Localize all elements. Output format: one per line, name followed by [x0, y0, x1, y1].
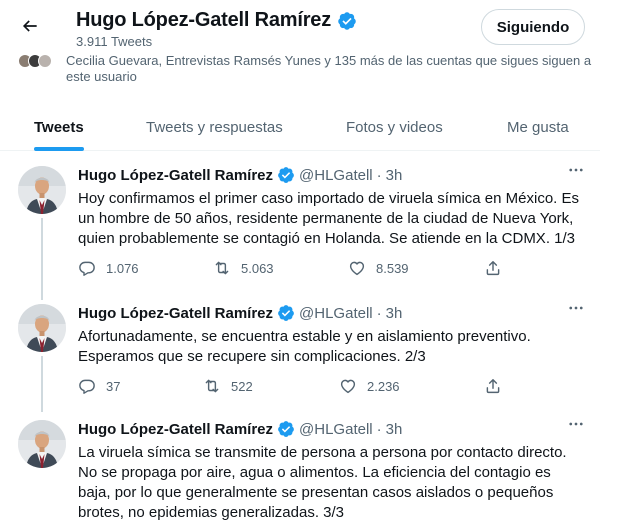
tweet-time[interactable]: 3h: [386, 305, 403, 322]
tweet-time[interactable]: 3h: [386, 167, 403, 184]
tweet-text: Afortunadamente, se encuentra estable y …: [78, 328, 531, 365]
reply-button[interactable]: 1.076: [78, 259, 139, 277]
profile-header: Hugo López-Gatell Ramírez 3.911 Tweets S…: [0, 0, 600, 100]
tweet-actions: 1.076 5.063 8.539: [78, 259, 508, 279]
thread-line: [41, 356, 43, 412]
tweet[interactable]: Hugo López-Gatell Ramírez @HLGatell · 3h…: [0, 166, 600, 300]
arrow-left-icon: [20, 16, 40, 41]
tweet-handle[interactable]: @HLGatell: [299, 167, 373, 184]
profile-tabs: Tweets Tweets y respuestas Fotos y video…: [0, 104, 600, 151]
tweet-author[interactable]: Hugo López-Gatell Ramírez: [78, 305, 273, 322]
follower-avatars: [18, 53, 62, 69]
avatar: [38, 54, 52, 68]
retweet-button[interactable]: 522: [203, 377, 253, 395]
reply-icon: [78, 259, 96, 277]
active-tab-indicator: [34, 147, 84, 151]
tweet-more-button[interactable]: [566, 300, 586, 320]
tab-tweets-and-replies[interactable]: Tweets y respuestas: [146, 104, 283, 150]
tweet[interactable]: Hugo López-Gatell Ramírez @HLGatell · 3h…: [0, 420, 600, 532]
back-button[interactable]: [14, 12, 46, 44]
share-icon: [484, 259, 502, 277]
tweet-handle[interactable]: @HLGatell: [299, 305, 373, 322]
reply-count: 1.076: [106, 260, 139, 276]
avatar[interactable]: [18, 166, 66, 214]
separator-dot: ·: [376, 166, 382, 184]
like-button[interactable]: 2.236: [339, 377, 400, 395]
tweet-more-button[interactable]: [566, 416, 586, 436]
profile-name: Hugo López-Gatell Ramírez: [76, 9, 332, 31]
retweet-icon: [203, 377, 221, 395]
like-button[interactable]: 8.539: [348, 259, 409, 277]
tweet-more-button[interactable]: [566, 162, 586, 182]
separator-dot: ·: [376, 304, 382, 322]
separator-dot: ·: [376, 420, 382, 438]
verified-badge-icon: [337, 11, 357, 31]
heart-icon: [339, 377, 357, 395]
following-button[interactable]: Siguiendo: [481, 9, 585, 45]
thread-line: [41, 218, 43, 300]
tweet-header: Hugo López-Gatell Ramírez @HLGatell · 3h: [78, 304, 402, 322]
like-count: 2.236: [367, 378, 400, 394]
tweet-count: 3.911 Tweets: [76, 34, 153, 49]
tab-label: Fotos y videos: [346, 118, 443, 136]
like-count: 8.539: [376, 260, 409, 276]
retweet-count: 5.063: [241, 260, 274, 276]
followers-you-know-text: Cecilia Guevara, Entrevistas Ramsés Yune…: [66, 53, 592, 84]
more-horizontal-icon: [567, 415, 585, 438]
reply-count: 37: [106, 378, 121, 394]
tweet-header: Hugo López-Gatell Ramírez @HLGatell · 3h: [78, 166, 402, 184]
heart-icon: [348, 259, 366, 277]
tweet[interactable]: Hugo López-Gatell Ramírez @HLGatell · 3h…: [0, 304, 600, 412]
more-horizontal-icon: [567, 161, 585, 184]
followers-you-know[interactable]: Cecilia Guevara, Entrevistas Ramsés Yune…: [18, 53, 598, 85]
share-button[interactable]: [484, 377, 502, 395]
tweet-author[interactable]: Hugo López-Gatell Ramírez: [78, 167, 273, 184]
reply-icon: [78, 377, 96, 395]
tweet-time[interactable]: 3h: [386, 421, 403, 438]
verified-badge-icon: [277, 166, 295, 184]
tweet-text: Hoy confirmamos el primer caso importado…: [78, 190, 580, 247]
tweet-text: La viruela símica se transmite de person…: [78, 444, 567, 521]
tab-likes[interactable]: Me gusta: [507, 104, 569, 150]
retweet-icon: [213, 259, 231, 277]
retweet-count: 522: [231, 378, 253, 394]
reply-button[interactable]: 37: [78, 377, 120, 395]
tab-tweets[interactable]: Tweets: [34, 104, 84, 151]
share-icon: [484, 377, 502, 395]
tweet-header: Hugo López-Gatell Ramírez @HLGatell · 3h: [78, 420, 402, 438]
avatar[interactable]: [18, 304, 66, 352]
verified-badge-icon: [277, 304, 295, 322]
tab-photos-and-videos[interactable]: Fotos y videos: [346, 104, 443, 150]
retweet-button[interactable]: 5.063: [213, 259, 274, 277]
avatar[interactable]: [18, 420, 66, 468]
tab-label: Tweets: [34, 118, 84, 136]
tweet-actions: 37 522 2.236: [78, 377, 508, 397]
share-button[interactable]: [484, 259, 502, 277]
tweet-author[interactable]: Hugo López-Gatell Ramírez: [78, 421, 273, 438]
tweet-handle[interactable]: @HLGatell: [299, 421, 373, 438]
profile-name-row: Hugo López-Gatell Ramírez: [76, 9, 357, 32]
more-horizontal-icon: [567, 299, 585, 322]
tab-label: Me gusta: [507, 118, 569, 136]
verified-badge-icon: [277, 420, 295, 438]
tab-label: Tweets y respuestas: [146, 118, 283, 136]
